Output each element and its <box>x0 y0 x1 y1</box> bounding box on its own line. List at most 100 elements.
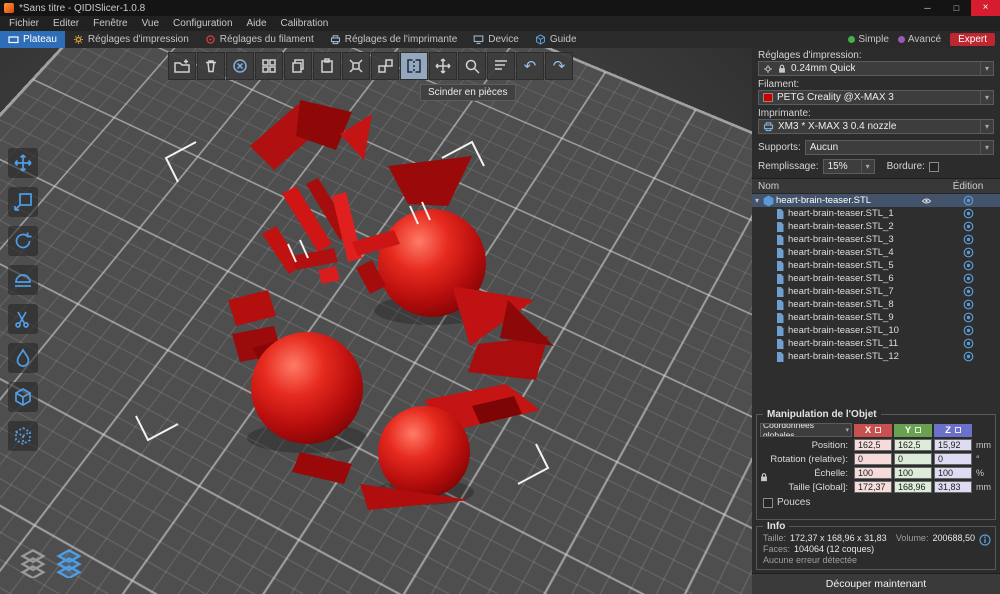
inches-checkbox[interactable] <box>763 498 773 508</box>
x-value-field[interactable]: 100 <box>854 467 892 479</box>
close-button[interactable]: × <box>971 0 1000 16</box>
cut-tool[interactable] <box>8 304 38 334</box>
3d-viewport[interactable]: ↶ ↷ Scinder en pièces <box>0 48 752 594</box>
menu-item[interactable]: Fenêtre <box>86 18 134 29</box>
rotate-tool[interactable] <box>8 226 38 256</box>
delete-button[interactable] <box>197 52 225 80</box>
object-row[interactable]: heart-brain-teaser.STL_1 <box>752 207 1000 220</box>
menu-item[interactable]: Editer <box>46 18 86 29</box>
object-row[interactable]: heart-brain-teaser.STL_3 <box>752 233 1000 246</box>
edit-gear-icon[interactable] <box>936 208 1000 219</box>
object-row-parent[interactable]: ▾ heart-brain-teaser.STL <box>752 194 1000 207</box>
menu-item[interactable]: Vue <box>135 18 166 29</box>
edit-gear-icon[interactable] <box>936 260 1000 271</box>
split-to-objects-button[interactable] <box>371 52 399 80</box>
printer-select[interactable]: XM3 * X-MAX 3 0.4 nozzle ▾ <box>758 119 994 134</box>
print-settings-select[interactable]: 0.24mm Quick ▾ <box>758 61 994 76</box>
coordinates-select[interactable]: Coordonnées globales ▾ <box>760 423 852 437</box>
minimize-button[interactable]: ─ <box>913 0 942 16</box>
split-to-parts-button[interactable] <box>400 52 428 80</box>
x-value-field[interactable]: 162,5 <box>854 439 892 451</box>
axis-x-header: X <box>854 424 892 437</box>
eye-icon[interactable] <box>921 196 932 206</box>
object-row[interactable]: heart-brain-teaser.STL_4 <box>752 246 1000 259</box>
tab-printer-settings[interactable]: Réglages de l'imprimante <box>322 31 466 48</box>
expand-caret-icon[interactable]: ▾ <box>752 196 762 205</box>
tab-device[interactable]: Device <box>465 31 527 48</box>
tab-filament-settings[interactable]: Réglages du filament <box>197 31 322 48</box>
object-row[interactable]: heart-brain-teaser.STL_8 <box>752 298 1000 311</box>
brim-checkbox[interactable] <box>929 162 939 172</box>
copy-button[interactable] <box>284 52 312 80</box>
layers-button[interactable] <box>56 548 82 583</box>
undo-button[interactable]: ↶ <box>516 52 544 80</box>
mode-simple[interactable]: Simple <box>848 34 889 45</box>
add-button[interactable] <box>168 52 196 80</box>
edit-gear-icon[interactable] <box>936 286 1000 297</box>
edit-gear-icon[interactable] <box>936 273 1000 284</box>
3d-model[interactable] <box>0 48 752 594</box>
z-value-field[interactable]: 0 <box>934 453 972 465</box>
arrange-button[interactable] <box>255 52 283 80</box>
menu-item[interactable]: Fichier <box>2 18 46 29</box>
edit-gear-icon[interactable] <box>936 351 1000 362</box>
y-value-field[interactable]: 100 <box>894 467 932 479</box>
y-value-field[interactable]: 168,96 <box>894 481 932 493</box>
scale-tool[interactable] <box>8 187 38 217</box>
maximize-button[interactable]: □ <box>942 0 971 16</box>
edit-gear-icon[interactable] <box>936 299 1000 310</box>
inches-row: Pouces <box>763 497 995 508</box>
move-multiple-button[interactable] <box>429 52 457 80</box>
uniform-scale-lock-icon[interactable] <box>759 471 769 486</box>
menu-item[interactable]: Calibration <box>274 18 336 29</box>
plates-button[interactable] <box>20 548 46 583</box>
delete-all-button[interactable] <box>226 52 254 80</box>
edit-gear-icon[interactable] <box>936 338 1000 349</box>
tab-guide[interactable]: Guide <box>527 31 585 48</box>
edit-gear-icon[interactable] <box>936 234 1000 245</box>
z-value-field[interactable]: 15,92 <box>934 439 972 451</box>
measure-tool[interactable] <box>8 421 38 451</box>
seam-tool[interactable] <box>8 382 38 412</box>
slice-now-button[interactable]: Découper maintenant <box>752 573 1000 594</box>
variable-layer-height-button[interactable] <box>487 52 515 80</box>
paste-button[interactable] <box>313 52 341 80</box>
object-row[interactable]: heart-brain-teaser.STL_7 <box>752 285 1000 298</box>
object-row[interactable]: heart-brain-teaser.STL_12 <box>752 350 1000 363</box>
object-row[interactable]: heart-brain-teaser.STL_6 <box>752 272 1000 285</box>
infill-select[interactable]: 15% ▾ <box>823 159 875 174</box>
object-row[interactable]: heart-brain-teaser.STL_5 <box>752 259 1000 272</box>
object-row[interactable]: heart-brain-teaser.STL_10 <box>752 324 1000 337</box>
search-button[interactable] <box>458 52 486 80</box>
edit-gear-icon[interactable] <box>936 247 1000 258</box>
edit-gear-icon[interactable] <box>936 221 1000 232</box>
volume-label: Volume: <box>896 533 929 543</box>
edit-gear-icon[interactable] <box>936 195 1000 206</box>
edit-gear-icon[interactable] <box>936 325 1000 336</box>
object-row[interactable]: heart-brain-teaser.STL_9 <box>752 311 1000 324</box>
y-value-field[interactable]: 162,5 <box>894 439 932 451</box>
arrange-icon <box>260 57 278 75</box>
tab-print-settings[interactable]: Réglages d'impression <box>65 31 197 48</box>
supports-select[interactable]: Aucun ▾ <box>805 140 994 155</box>
mode-expert[interactable]: Expert <box>950 33 995 46</box>
menu-item[interactable]: Configuration <box>166 18 239 29</box>
paint-supports-tool[interactable] <box>8 343 38 373</box>
scale-to-fit-button[interactable] <box>342 52 370 80</box>
object-row[interactable]: heart-brain-teaser.STL_2 <box>752 220 1000 233</box>
z-value-field[interactable]: 100 <box>934 467 972 479</box>
filament-select[interactable]: PETG Creality @X-MAX 3 ▾ <box>758 90 994 105</box>
x-value-field[interactable]: 0 <box>854 453 892 465</box>
y-value-field[interactable]: 0 <box>894 453 932 465</box>
tab-plateau[interactable]: Plateau <box>0 31 65 48</box>
place-on-face-tool[interactable] <box>8 265 38 295</box>
edit-gear-icon[interactable] <box>936 312 1000 323</box>
menu-item[interactable]: Aide <box>240 18 274 29</box>
x-value-field[interactable]: 172,37 <box>854 481 892 493</box>
redo-button[interactable]: ↷ <box>545 52 573 80</box>
faces-label: Faces: <box>763 544 790 554</box>
mode-advanced[interactable]: Avancé <box>898 34 941 45</box>
move-tool[interactable] <box>8 148 38 178</box>
z-value-field[interactable]: 31,83 <box>934 481 972 493</box>
object-row[interactable]: heart-brain-teaser.STL_11 <box>752 337 1000 350</box>
